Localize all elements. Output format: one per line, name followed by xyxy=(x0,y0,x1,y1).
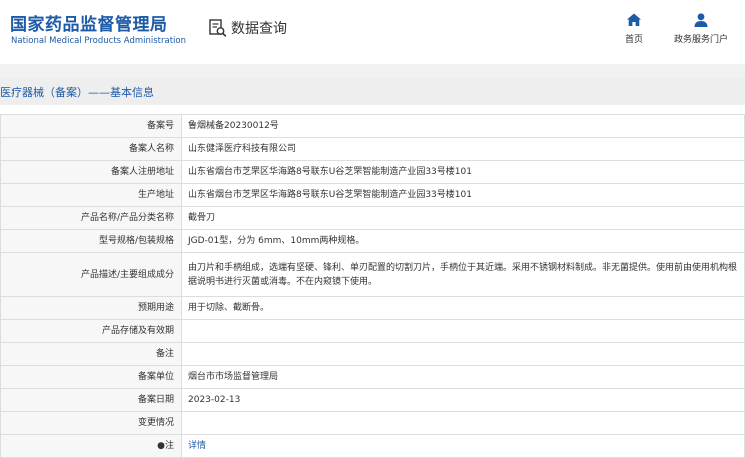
site-header: 国家药品监督管理局 National Medical Products Admi… xyxy=(0,0,745,64)
table-row: ●注 详情 xyxy=(0,434,745,458)
details-link[interactable]: 详情 xyxy=(188,441,206,451)
section-title-bar: 医疗器械（备案）——基本信息 xyxy=(0,78,745,105)
field-value: 由刀片和手柄组成，选端有坚硬、锋利、单刃配置的切割刀片，手柄位于其近端。采用不锈… xyxy=(181,252,745,297)
table-row: 备案号 鲁烟械备20230012号 xyxy=(0,114,745,138)
field-label: 产品描述/主要组成成分 xyxy=(0,252,182,297)
table-row: 备案人名称 山东健泽医疗科技有限公司 xyxy=(0,137,745,161)
table-row: 备注 xyxy=(0,342,745,366)
device-info-table: 备案号 鲁烟械备20230012号 备案人名称 山东健泽医疗科技有限公司 备案人… xyxy=(0,114,745,458)
field-label: 备注 xyxy=(0,342,182,366)
site-logo-chinese[interactable]: 国家药品监督管理局 xyxy=(10,10,168,35)
field-label: ●注 xyxy=(0,434,182,458)
field-value: 2023-02-13 xyxy=(181,388,745,412)
section-title: 医疗器械（备案）——基本信息 xyxy=(0,86,154,99)
field-value: 山东健泽医疗科技有限公司 xyxy=(181,137,745,161)
field-value: 用于切除、截断骨。 xyxy=(181,296,745,320)
field-value: 截骨刀 xyxy=(181,206,745,230)
field-label: 备案单位 xyxy=(0,365,182,389)
field-value: 烟台市市场监督管理局 xyxy=(181,365,745,389)
user-icon xyxy=(694,13,708,27)
field-label: 产品存储及有效期 xyxy=(0,319,182,343)
field-value xyxy=(181,319,745,343)
site-logo-english[interactable]: National Medical Products Administration xyxy=(11,36,186,46)
nav-gov-service-portal[interactable]: 政务服务门户 xyxy=(666,12,736,45)
document-search-icon xyxy=(209,19,227,37)
field-label: 生产地址 xyxy=(0,183,182,207)
field-label: 预期用途 xyxy=(0,296,182,320)
field-value: 详情 xyxy=(181,434,745,458)
table-row: 备案单位 烟台市市场监督管理局 xyxy=(0,365,745,389)
nav-home[interactable]: 首页 xyxy=(599,12,669,45)
field-value xyxy=(181,411,745,435)
field-value xyxy=(181,342,745,366)
field-label: 备案人注册地址 xyxy=(0,160,182,184)
data-query-label: 数据查询 xyxy=(231,21,287,37)
table-row: 型号规格/包装规格 JGD-01型，分为 6mm、10mm两种规格。 xyxy=(0,229,745,253)
field-label: 型号规格/包装规格 xyxy=(0,229,182,253)
field-label: 备案号 xyxy=(0,114,182,138)
field-value: JGD-01型，分为 6mm、10mm两种规格。 xyxy=(181,229,745,253)
nav-home-label: 首页 xyxy=(624,35,643,45)
table-row: 产品描述/主要组成成分 由刀片和手柄组成，选端有坚硬、锋利、单刃配置的切割刀片，… xyxy=(0,252,745,297)
table-row: 生产地址 山东省烟台市芝罘区华海路8号联东U谷芝罘智能制造产业园33号楼101 xyxy=(0,183,745,207)
field-label: 备案日期 xyxy=(0,388,182,412)
table-row: 产品名称/产品分类名称 截骨刀 xyxy=(0,206,745,230)
field-label: 产品名称/产品分类名称 xyxy=(0,206,182,230)
data-query-link[interactable]: 数据查询 xyxy=(208,17,287,39)
table-row: 备案人注册地址 山东省烟台市芝罘区华海路8号联东U谷芝罘智能制造产业园33号楼1… xyxy=(0,160,745,184)
field-label: 备案人名称 xyxy=(0,137,182,161)
nav-gov-label: 政务服务门户 xyxy=(673,35,728,45)
table-row: 预期用途 用于切除、截断骨。 xyxy=(0,296,745,320)
table-row: 备案日期 2023-02-13 xyxy=(0,388,745,412)
field-label: 变更情况 xyxy=(0,411,182,435)
header-separator-band xyxy=(0,64,745,78)
field-value: 山东省烟台市芝罘区华海路8号联东U谷芝罘智能制造产业园33号楼101 xyxy=(181,183,745,207)
field-value: 鲁烟械备20230012号 xyxy=(181,114,745,138)
table-row: 变更情况 xyxy=(0,411,745,435)
table-row: 产品存储及有效期 xyxy=(0,319,745,343)
home-icon xyxy=(627,13,641,26)
field-value: 山东省烟台市芝罘区华海路8号联东U谷芝罘智能制造产业园33号楼101 xyxy=(181,160,745,184)
